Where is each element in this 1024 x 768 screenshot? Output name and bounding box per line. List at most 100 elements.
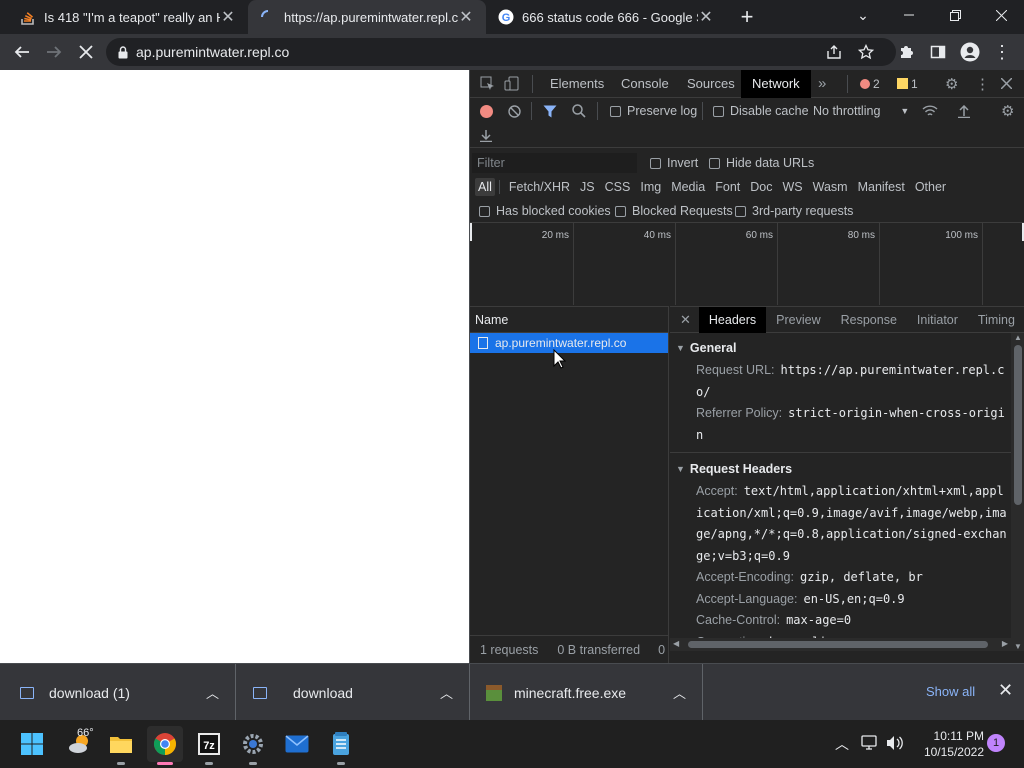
7zip-icon[interactable]: 7z <box>191 726 227 765</box>
horizontal-scrollbar-thumb[interactable] <box>688 641 988 648</box>
system-clock[interactable]: 10:11 PM 10/15/2022 <box>918 728 984 760</box>
tab-google-search[interactable]: G 666 status code 666 - Google Search ✕ <box>486 0 726 34</box>
export-har-icon[interactable] <box>480 129 492 142</box>
type-filter-other[interactable]: Other <box>912 178 949 196</box>
volume-icon[interactable] <box>886 735 904 751</box>
type-filter-wasm[interactable]: Wasm <box>810 178 851 196</box>
start-menu-icon[interactable] <box>14 726 50 762</box>
extensions-icon[interactable] <box>890 34 922 70</box>
chrome-taskbar-icon[interactable] <box>147 726 183 765</box>
network-settings-gear-icon[interactable]: ⚙ <box>1001 102 1014 120</box>
vertical-scrollbar[interactable]: ▲ ▼ <box>1011 333 1024 651</box>
close-devtools-icon[interactable] <box>1001 78 1012 89</box>
device-toolbar-icon[interactable] <box>504 76 519 91</box>
type-filter-ws[interactable]: WS <box>779 178 805 196</box>
download-item[interactable]: download (1) ︿ <box>0 664 236 721</box>
request-headers-section-header[interactable]: ▼ Request Headers <box>670 457 1024 481</box>
horizontal-scrollbar[interactable]: ◀ ▶ <box>670 638 1011 651</box>
bookmark-star-icon[interactable] <box>858 44 874 60</box>
tab-search-icon[interactable]: ⌄ <box>840 0 886 30</box>
tab-sources[interactable]: Sources <box>687 76 735 91</box>
tab-close-icon[interactable]: ✕ <box>698 7 714 27</box>
restore-icon[interactable] <box>932 0 978 30</box>
new-tab-button[interactable]: + <box>730 0 764 34</box>
blocked-requests-checkbox[interactable]: Blocked Requests <box>615 204 733 218</box>
tab-close-icon[interactable]: ✕ <box>220 7 236 27</box>
tab-elements[interactable]: Elements <box>550 76 604 91</box>
download-item[interactable]: minecraft.free.exe ︿ <box>470 664 703 721</box>
tab-close-icon[interactable]: ✕ <box>458 7 474 27</box>
detail-tab-timing[interactable]: Timing <box>968 307 1024 333</box>
name-column-header[interactable]: Name <box>470 307 668 333</box>
tab-network[interactable]: Network <box>741 69 811 98</box>
detail-tab-preview[interactable]: Preview <box>766 307 830 333</box>
close-downloads-icon[interactable]: ✕ <box>998 680 1013 701</box>
share-icon[interactable] <box>826 44 842 60</box>
notepad-icon[interactable] <box>323 726 359 765</box>
chevron-up-icon[interactable]: ︿ <box>673 683 686 702</box>
request-row[interactable]: ap.puremintwater.repl.co <box>470 333 668 353</box>
more-tabs-icon[interactable]: » <box>818 75 826 92</box>
tab-repl[interactable]: https://ap.puremintwater.repl.co ✕ <box>248 0 486 34</box>
type-filter-manifest[interactable]: Manifest <box>855 178 908 196</box>
type-filter-media[interactable]: Media <box>668 178 708 196</box>
close-details-icon[interactable]: ✕ <box>670 312 699 328</box>
notification-badge[interactable]: 1 <box>987 734 1005 752</box>
clear-icon[interactable] <box>508 104 521 118</box>
forward-icon[interactable] <box>38 34 70 70</box>
scroll-right-arrow-icon[interactable]: ▶ <box>1002 639 1008 648</box>
scroll-down-arrow-icon[interactable]: ▼ <box>1014 642 1022 651</box>
vertical-scrollbar-thumb[interactable] <box>1014 345 1022 505</box>
hide-data-urls-checkbox[interactable]: Hide data URLs <box>709 156 814 170</box>
type-filter-img[interactable]: Img <box>637 178 664 196</box>
detail-tab-headers[interactable]: Headers <box>698 307 767 333</box>
network-status-icon[interactable] <box>861 735 879 751</box>
throttling-select[interactable]: No throttling ▼ <box>813 104 909 118</box>
network-conditions-icon[interactable] <box>922 104 938 118</box>
profile-avatar-icon[interactable] <box>954 34 986 70</box>
show-hidden-icons-chevron-icon[interactable]: ︿ <box>835 734 849 754</box>
third-party-requests-checkbox[interactable]: 3rd-party requests <box>735 204 853 218</box>
settings-gear-icon[interactable]: ⚙ <box>945 75 958 93</box>
file-explorer-icon[interactable] <box>103 726 139 765</box>
close-window-icon[interactable] <box>978 0 1024 30</box>
show-all-downloads-link[interactable]: Show all <box>926 684 975 699</box>
settings-app-icon[interactable] <box>235 726 271 765</box>
type-filter-fetch-xhr[interactable]: Fetch/XHR <box>506 178 573 196</box>
tab-teapot[interactable]: Is 418 "I'm a teapot" really an HTTP ✕ <box>8 0 248 34</box>
has-blocked-cookies-checkbox[interactable]: Has blocked cookies <box>479 204 611 218</box>
address-bar[interactable]: ap.puremintwater.repl.co <box>106 38 896 66</box>
invert-checkbox[interactable]: Invert <box>650 156 698 170</box>
chevron-up-icon[interactable]: ︿ <box>206 683 219 702</box>
scroll-left-arrow-icon[interactable]: ◀ <box>673 639 679 648</box>
general-section-header[interactable]: ▼ General <box>670 336 1024 360</box>
record-icon[interactable] <box>480 104 493 118</box>
detail-tab-response[interactable]: Response <box>831 307 907 333</box>
scroll-up-arrow-icon[interactable]: ▲ <box>1014 333 1022 342</box>
warning-count-badge[interactable]: 1 <box>897 77 918 91</box>
search-icon[interactable] <box>572 104 586 118</box>
stop-loading-icon[interactable] <box>70 34 102 70</box>
filter-icon[interactable] <box>543 105 557 118</box>
minimize-icon[interactable] <box>886 0 932 30</box>
type-filter-doc[interactable]: Doc <box>747 178 775 196</box>
back-icon[interactable] <box>6 34 38 70</box>
inspect-element-icon[interactable] <box>480 76 495 91</box>
disable-cache-checkbox[interactable]: Disable cache <box>713 104 809 118</box>
chevron-up-icon[interactable]: ︿ <box>440 683 453 702</box>
type-filter-css[interactable]: CSS <box>602 178 634 196</box>
network-overview-timeline[interactable]: 20 ms 40 ms 60 ms 80 ms 100 ms <box>470 222 1024 305</box>
browser-menu-icon[interactable]: ⋮ <box>986 34 1018 70</box>
devtools-menu-icon[interactable]: ⋮ <box>975 75 990 93</box>
detail-tab-initiator[interactable]: Initiator <box>907 307 968 333</box>
type-filter-font[interactable]: Font <box>712 178 743 196</box>
mail-icon[interactable] <box>279 726 315 762</box>
type-filter-js[interactable]: JS <box>577 178 598 196</box>
download-item[interactable]: download ︿ <box>236 664 470 721</box>
type-filter-all[interactable]: All <box>475 178 495 196</box>
weather-widget[interactable]: 66° <box>60 726 100 762</box>
side-panel-icon[interactable] <box>922 34 954 70</box>
error-count-badge[interactable]: 2 <box>860 77 880 91</box>
import-har-icon[interactable] <box>958 104 970 118</box>
tab-console[interactable]: Console <box>621 76 669 91</box>
